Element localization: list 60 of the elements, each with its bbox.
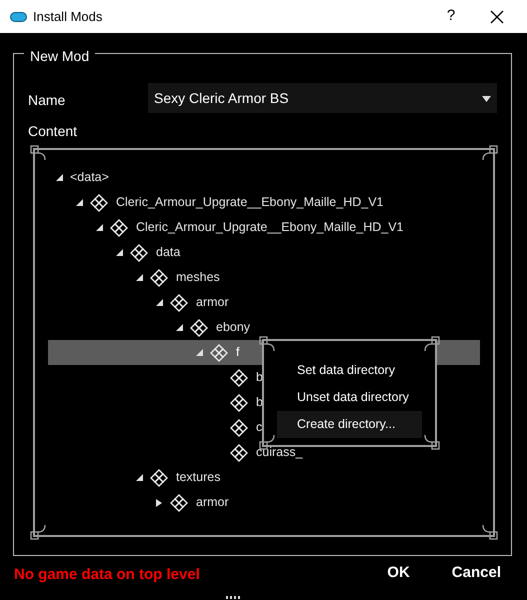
name-dropdown[interactable]: Sexy Cleric Armor BS: [148, 83, 497, 113]
knot-icon: [170, 494, 188, 512]
tree-row[interactable]: data: [48, 240, 182, 265]
dropdown-arrow-icon: [482, 94, 491, 102]
expanded-arrow-icon[interactable]: [116, 249, 123, 256]
knot-icon: [90, 194, 108, 212]
knot-icon: [110, 218, 128, 236]
dialog-button[interactable]: Cancel: [446, 560, 507, 586]
tree-item[interactable]: armor: [196, 293, 229, 312]
tree-row[interactable]: meshes: [48, 265, 221, 290]
expanded-arrow-icon[interactable]: [56, 174, 63, 181]
close-icon: [490, 10, 504, 24]
tree-item[interactable]: f: [236, 343, 240, 362]
tree-row[interactable]: armor: [48, 490, 230, 515]
knot-icon: [230, 444, 248, 462]
tree-item[interactable]: meshes: [176, 268, 220, 287]
knot-icon: [210, 344, 228, 362]
menu-item[interactable]: Set data directory: [277, 357, 422, 384]
tree-row[interactable]: Cleric_Armour_Upgrate__Ebony_Maille_HD_V1: [48, 215, 404, 240]
tree-item[interactable]: textures: [176, 468, 220, 487]
tree-row[interactable]: cuirass_: [48, 440, 304, 465]
expanded-arrow-icon[interactable]: [136, 474, 143, 481]
tree-row[interactable]: c: [48, 415, 264, 440]
tree-row[interactable]: Cleric_Armour_Upgrate__Ebony_Maille_HD_V1: [48, 190, 384, 215]
tree-item[interactable]: cuirass_: [256, 443, 303, 462]
expanded-arrow-icon[interactable]: [96, 224, 103, 231]
knot-icon: [150, 268, 168, 286]
expanded-arrow-icon[interactable]: [76, 199, 83, 206]
window-title: Install Mods: [33, 8, 102, 26]
tree-row[interactable]: armor: [48, 290, 230, 315]
name-label: Name: [28, 91, 66, 110]
tree-item[interactable]: Cleric_Armour_Upgrate__Ebony_Maille_HD_V1: [116, 193, 384, 212]
knot-icon: [170, 294, 188, 312]
tree-row[interactable]: ebony: [48, 315, 252, 340]
resize-grip-icon: [226, 596, 240, 599]
error-message: No game data on top level: [14, 565, 200, 585]
collapsed-arrow-icon[interactable]: [156, 498, 162, 506]
expanded-arrow-icon[interactable]: [136, 274, 143, 281]
knot-icon: [230, 418, 248, 436]
tree-item[interactable]: c: [256, 418, 262, 437]
app-icon: [10, 12, 27, 22]
tree-item[interactable]: Cleric_Armour_Upgrate__Ebony_Maille_HD_V1: [136, 218, 404, 237]
knot-icon: [190, 318, 208, 336]
tree-row[interactable]: textures: [48, 465, 222, 490]
content-label: Content: [28, 122, 78, 141]
menu-item[interactable]: Create directory...: [277, 411, 422, 438]
expanded-arrow-icon[interactable]: [176, 324, 183, 331]
tree-item[interactable]: ebony: [216, 318, 250, 337]
expanded-arrow-icon[interactable]: [156, 299, 163, 306]
tree-item[interactable]: data: [156, 243, 180, 262]
knot-icon: [150, 468, 168, 486]
tree-item[interactable]: armor: [196, 493, 229, 512]
tree-row[interactable]: <data>: [48, 165, 110, 190]
dialog-button[interactable]: OK: [381, 560, 416, 586]
knot-icon: [230, 394, 248, 412]
help-button[interactable]: ?: [431, 0, 471, 33]
tree-item[interactable]: <data>: [70, 168, 109, 187]
knot-icon: [130, 244, 148, 262]
menu-item[interactable]: Unset data directory: [277, 384, 422, 411]
knot-icon: [230, 368, 248, 386]
